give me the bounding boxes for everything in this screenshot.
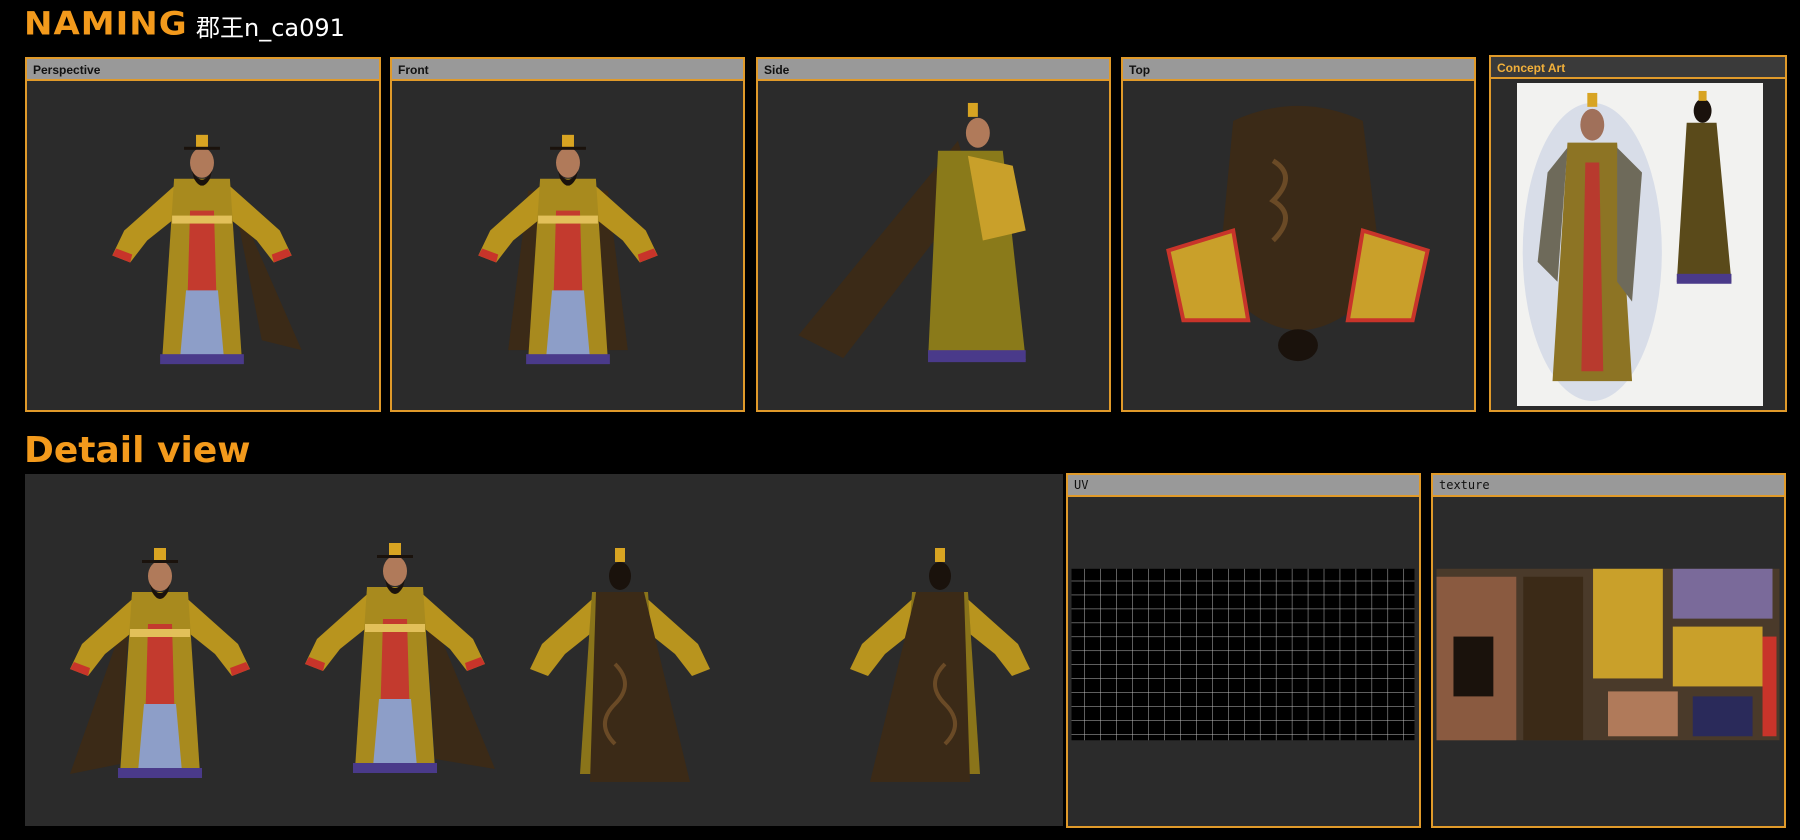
concept-art-image [1517,83,1763,406]
uv-panel[interactable]: UV [1066,473,1421,828]
detail-viewport[interactable] [25,474,1063,826]
detail-view-title: Detail view [24,430,251,471]
texture-panel[interactable]: texture [1431,473,1786,828]
side-viewport [758,81,1109,410]
texture-map-image [1433,497,1784,826]
uv-label: UV [1068,475,1419,497]
top-panel[interactable]: Top [1121,57,1476,412]
detail-figure-front-right [305,543,495,773]
perspective-panel[interactable]: Perspective [25,57,381,412]
front-label: Front [392,59,743,81]
concept-art-panel[interactable]: Concept Art [1489,55,1787,412]
top-label: Top [1123,59,1474,81]
perspective-label: Perspective [27,59,379,81]
front-viewport [392,81,743,410]
texture-label: texture [1433,475,1784,497]
uv-map-image [1068,497,1419,826]
front-panel[interactable]: Front [390,57,745,412]
naming-label: NAMING [24,5,188,43]
side-label: Side [758,59,1109,81]
detail-figure-back-right [848,546,1032,784]
detail-figure-back-left [528,546,712,784]
side-panel[interactable]: Side [756,57,1111,412]
concept-art-label: Concept Art [1491,57,1785,79]
model-code: 郡王n_ca091 [196,14,345,42]
top-viewport [1123,81,1474,410]
perspective-viewport [27,81,379,410]
detail-figure-front-left [70,548,250,778]
